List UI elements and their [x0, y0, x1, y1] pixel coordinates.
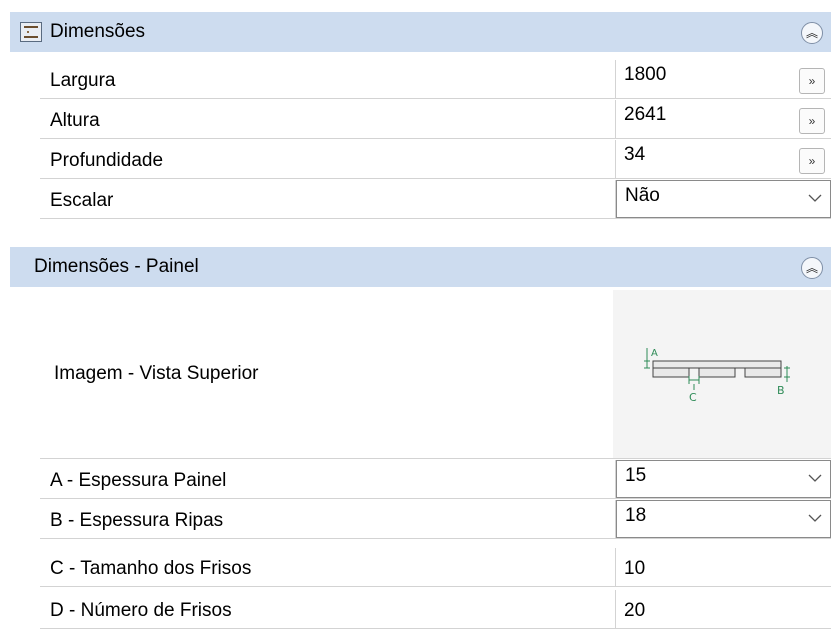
chevron-down-icon [808, 514, 822, 522]
chevron-down-icon [808, 194, 822, 202]
row-profundidade: Profundidade 34 » [40, 140, 831, 179]
row-image-top-view: Imagem - Vista Superior A B C [40, 290, 831, 459]
row-label: C - Tamanho dos Frisos [40, 548, 616, 586]
espessura-ripas-select[interactable]: 18 [616, 500, 831, 538]
label-c: C [689, 391, 697, 404]
row-espessura-ripas: B - Espessura Ripas 18 [40, 500, 831, 539]
numero-frisos-input[interactable]: 20 [616, 590, 831, 628]
row-label: Altura [40, 100, 616, 138]
row-value: 15 [625, 465, 647, 486]
panel-diagram-image: A B C [644, 348, 790, 404]
expand-button[interactable]: » [799, 108, 825, 134]
largura-input[interactable]: 1800 » [616, 60, 831, 98]
row-label: A - Espessura Painel [40, 460, 616, 498]
collapse-icon[interactable]: ︽ [801, 22, 823, 44]
row-label: Escalar [40, 180, 616, 218]
row-espessura-painel: A - Espessura Painel 15 [40, 460, 831, 499]
expand-button[interactable]: » [799, 148, 825, 174]
section-header-painel[interactable]: Dimensões - Painel ︽ [10, 247, 831, 287]
row-label: Imagem - Vista Superior [54, 363, 259, 384]
furniture-icon [20, 22, 42, 42]
section-title: Dimensões [50, 21, 146, 42]
row-largura: Largura 1800 » [40, 60, 831, 99]
label-a: A [651, 348, 658, 359]
label-b: B [777, 384, 785, 397]
espessura-painel-select[interactable]: 15 [616, 460, 831, 498]
row-label: Profundidade [40, 140, 616, 178]
chevron-down-icon [808, 474, 822, 482]
row-value: 1800 [624, 64, 667, 85]
row-value: 10 [624, 558, 646, 579]
row-value: 20 [624, 600, 646, 621]
profundidade-input[interactable]: 34 » [616, 140, 831, 178]
altura-input[interactable]: 2641 » [616, 100, 831, 138]
row-label: D - Número de Frisos [40, 590, 616, 628]
row-value: 34 [624, 144, 646, 165]
row-value: 2641 [624, 104, 667, 125]
collapse-icon[interactable]: ︽ [801, 257, 823, 279]
section-header-dimensoes[interactable]: Dimensões ︽ [10, 12, 831, 52]
row-tamanho-frisos: C - Tamanho dos Frisos 10 [40, 548, 831, 587]
top-view-diagram: A B C [613, 290, 831, 458]
row-label: B - Espessura Ripas [40, 500, 616, 538]
expand-button[interactable]: » [799, 68, 825, 94]
row-value: 18 [625, 505, 647, 526]
row-value: Não [625, 185, 660, 206]
tamanho-frisos-input[interactable]: 10 [616, 548, 831, 586]
row-altura: Altura 2641 » [40, 100, 831, 139]
row-numero-frisos: D - Número de Frisos 20 [40, 590, 831, 629]
row-label: Largura [40, 60, 616, 98]
section-title: Dimensões - Painel [34, 256, 199, 277]
escalar-select[interactable]: Não [616, 180, 831, 218]
row-escalar: Escalar Não [40, 180, 831, 219]
